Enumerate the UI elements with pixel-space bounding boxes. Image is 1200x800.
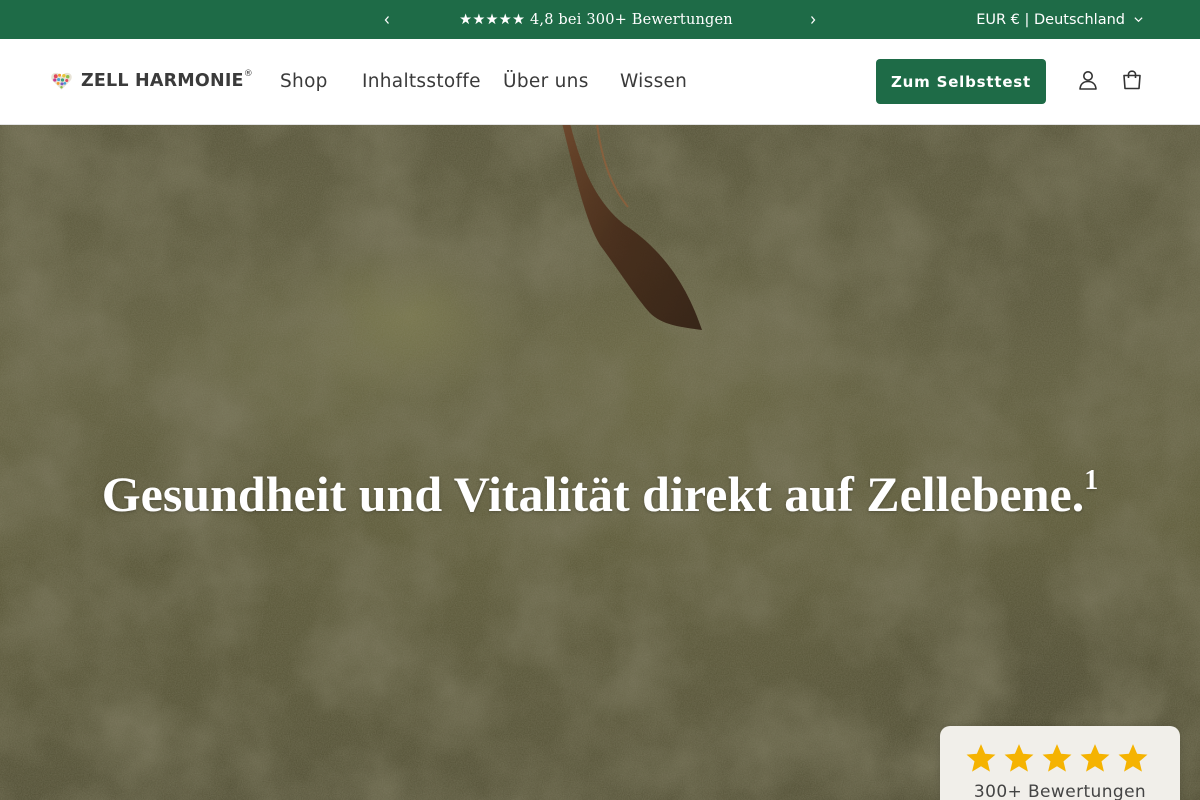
registered-mark: ®	[243, 69, 253, 80]
logo-text: ZELL HARMONIE®	[81, 69, 253, 91]
reviews-badge[interactable]: 300+ Bewertungen	[940, 726, 1180, 800]
star-icon	[966, 744, 996, 772]
locale-label: EUR € | Deutschland	[976, 11, 1125, 28]
chevron-down-icon	[1134, 17, 1143, 23]
announcement-message: ★★★★★ 4,8 bei 300+ Bewertungen	[459, 11, 733, 28]
cart-button[interactable]	[1120, 68, 1144, 92]
selbsttest-button[interactable]: Zum Selbsttest	[876, 59, 1046, 104]
star-icon	[1080, 744, 1110, 772]
cart-icon	[1123, 70, 1141, 90]
reviews-count: 300+ Bewertungen	[973, 782, 1147, 800]
site-header: ZELL HARMONIE® Shop Inhaltsstoffe Über u…	[0, 39, 1200, 125]
chevron-right-icon	[811, 15, 816, 24]
chevron-left-icon	[384, 15, 389, 24]
hero-overlay	[0, 125, 1200, 800]
star-icon	[1004, 744, 1034, 772]
announcement-next-button[interactable]	[798, 0, 828, 39]
account-button[interactable]	[1076, 68, 1100, 92]
announcement-bar: ★★★★★ 4,8 bei 300+ Bewertungen EUR € | D…	[0, 0, 1200, 39]
hero-section: Gesundheit und Vitalität direkt auf Zell…	[0, 125, 1200, 800]
hero-footnote: 1	[1084, 465, 1099, 497]
logo[interactable]: ZELL HARMONIE®	[50, 69, 253, 93]
nav-item-ueber-uns[interactable]: Über uns	[503, 71, 589, 92]
hero-title: Gesundheit und Vitalität direkt auf Zell…	[101, 465, 1099, 522]
heart-logo-icon	[51, 72, 72, 90]
star-icon	[1118, 744, 1148, 772]
rating-stars	[964, 742, 1150, 776]
locale-selector[interactable]: EUR € | Deutschland	[976, 0, 1144, 39]
nav-item-shop[interactable]: Shop	[280, 71, 328, 92]
user-icon	[1079, 71, 1097, 90]
star-icon	[1042, 744, 1072, 772]
announcement-prev-button[interactable]	[372, 0, 402, 39]
nav-item-wissen[interactable]: Wissen	[620, 71, 687, 92]
nav-item-inhaltsstoffe[interactable]: Inhaltsstoffe	[362, 71, 481, 92]
